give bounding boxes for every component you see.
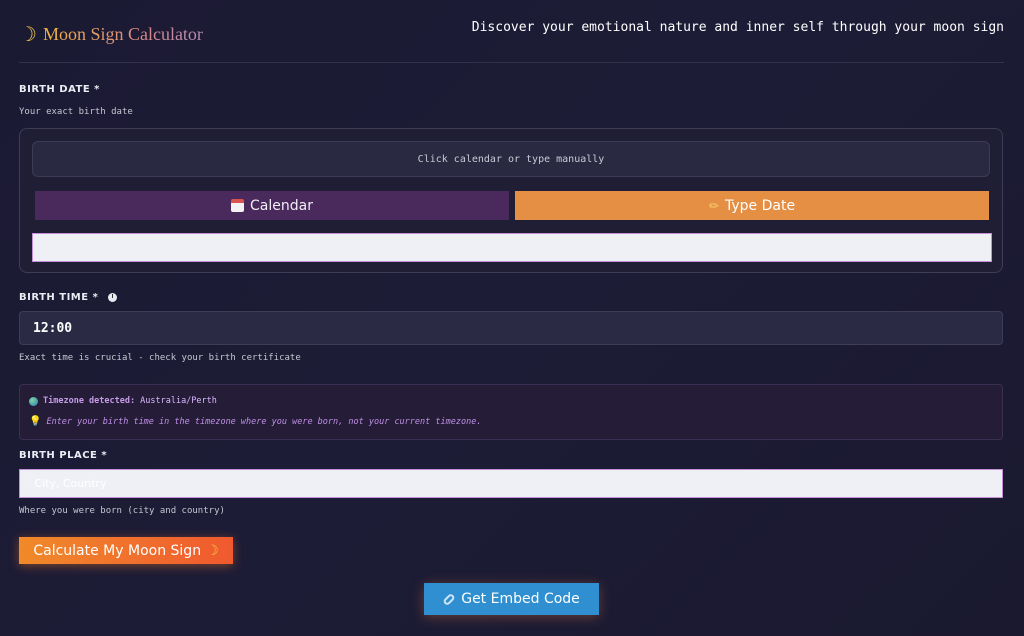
location-pin-icon: ⚲ [24, 478, 32, 489]
timezone-detected-value: Australia/Perth [140, 396, 217, 406]
type-date-button-label: Type Date [724, 197, 796, 214]
app-header: ☽ Moon Sign Calculator Discover your emo… [19, 14, 1004, 63]
birth-date-display[interactable]: Click calendar or type manually [32, 141, 990, 177]
tagline: Discover your emotional nature and inner… [471, 20, 1004, 35]
birth-place-hint: Where you were born (city and country) [19, 506, 225, 516]
calendar-button-label: Calendar [250, 197, 313, 214]
birth-time-label-row: BIRTH TIME * [19, 292, 118, 303]
app-title: Moon Sign Calculator [42, 23, 203, 44]
timezone-detected-row: Timezone detected: Australia/Perth [29, 396, 217, 406]
birth-date-panel: Click calendar or type manually Calendar… [19, 128, 1003, 273]
embed-button-label: Get Embed Code [461, 591, 580, 607]
timezone-note-row: 💡 Enter your birth time in the timezone … [29, 416, 481, 427]
globe-icon [29, 396, 38, 406]
birth-time-hint: Exact time is crucial - check your birth… [19, 353, 301, 363]
birth-date-label: BIRTH DATE * [19, 84, 100, 95]
birth-date-hint: Your exact birth date [19, 107, 133, 117]
lightbulb-icon: 💡 [29, 416, 42, 427]
crescent-moon-icon: ☽ [19, 22, 37, 46]
type-date-button[interactable]: ✏ Type Date [515, 191, 989, 220]
timezone-notice: Timezone detected: Australia/Perth 💡 Ent… [19, 384, 1003, 440]
birth-place-placeholder: City, Country [34, 477, 107, 490]
timezone-note: Enter your birth time in the timezone wh… [46, 416, 482, 427]
get-embed-code-button[interactable]: Get Embed Code [424, 583, 599, 615]
birth-place-input[interactable]: ⚲ City, Country [19, 469, 1003, 498]
link-icon [442, 592, 456, 606]
birth-time-input[interactable]: 12:00 [19, 311, 1003, 345]
calendar-button[interactable]: Calendar [35, 191, 509, 220]
timezone-detected-label: Timezone detected: [43, 396, 136, 406]
crescent-moon-icon: ☽ [206, 542, 219, 559]
calculate-button-label: Calculate My Moon Sign [33, 542, 202, 559]
logo: ☽ Moon Sign Calculator [19, 22, 203, 46]
birth-time-label: BIRTH TIME * [19, 292, 99, 303]
clock-icon [108, 292, 118, 302]
calendar-icon [231, 199, 245, 212]
pencil-icon: ✏ [708, 198, 719, 213]
calculate-moon-sign-button[interactable]: Calculate My Moon Sign ☽ [19, 537, 233, 564]
typed-date-input[interactable] [32, 233, 992, 262]
birth-place-label: BIRTH PLACE * [19, 450, 108, 461]
